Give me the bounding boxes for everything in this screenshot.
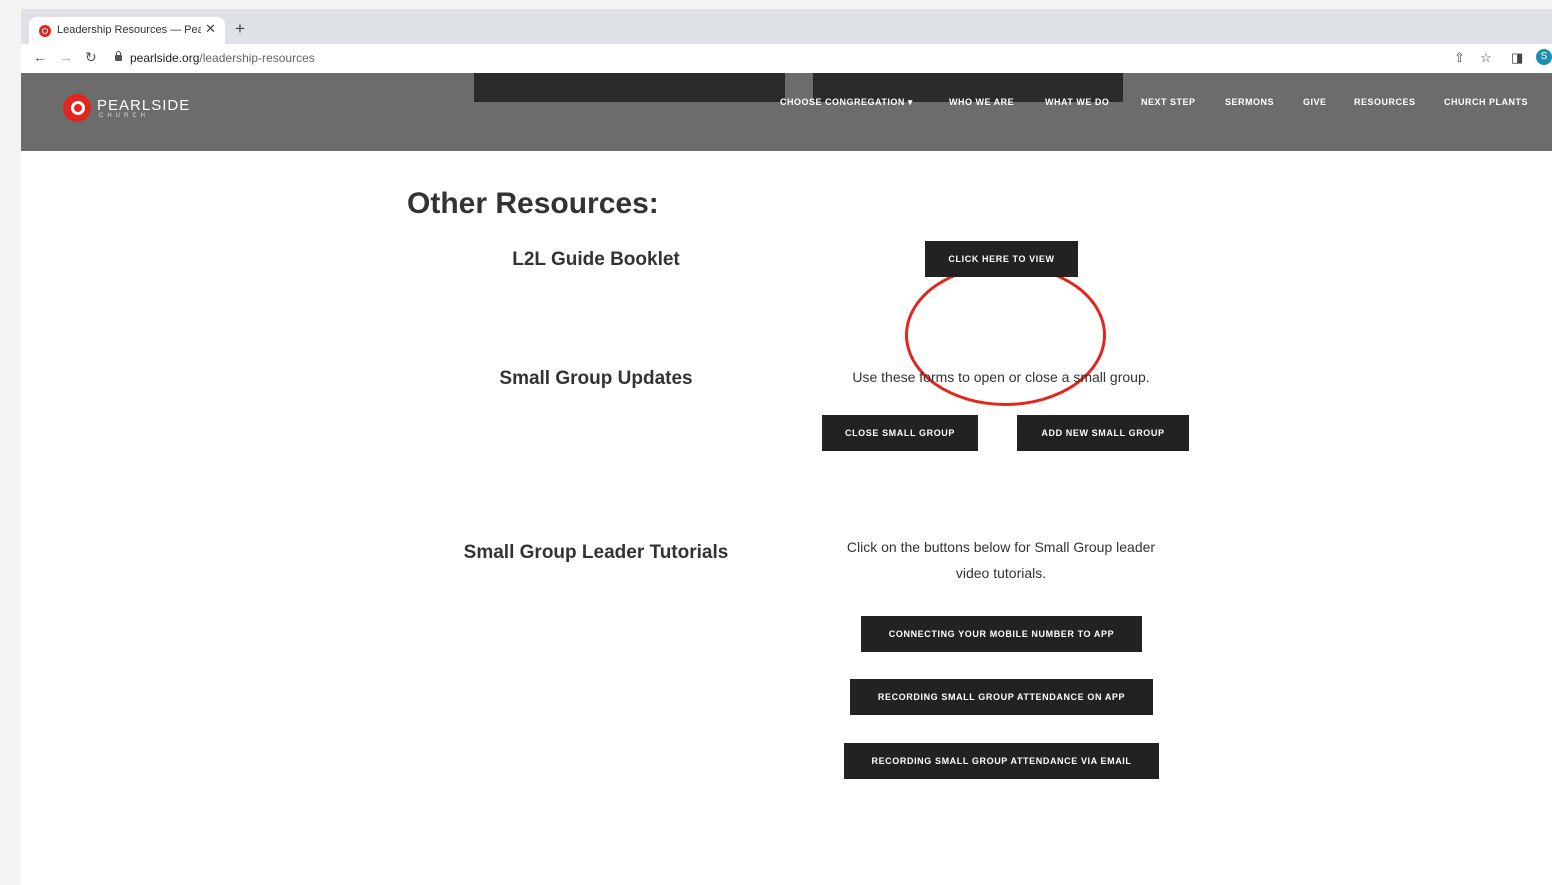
browser-toolbar: ← → ↻ pearlside.org/leadership-resources… <box>21 44 1552 74</box>
small-group-updates-description: Use these forms to open or close a small… <box>852 369 1150 385</box>
tab-title: Leadership Resources — Pearlside Church <box>57 24 201 36</box>
share-icon[interactable]: ⇧ <box>1454 50 1465 66</box>
nav-church-plants[interactable]: CHURCH PLANTS <box>1444 97 1528 107</box>
back-arrow-icon[interactable]: ← <box>33 49 47 65</box>
l2l-guide-label: L2L Guide Booklet <box>512 249 680 270</box>
recording-attendance-app-button[interactable]: RECORDING SMALL GROUP ATTENDANCE ON APP <box>850 679 1153 715</box>
reload-icon[interactable]: ↻ <box>85 49 97 66</box>
nav-next-step[interactable]: NEXT STEP <box>1141 97 1196 107</box>
tutorials-description-line-2: video tutorials. <box>955 565 1047 581</box>
web-page: PEARLSIDE CHURCH CHOOSE CONGREGATION ▾ W… <box>21 73 1552 885</box>
nav-choose-congregation[interactable]: CHOOSE CONGREGATION ▾ <box>780 97 913 108</box>
side-panel-icon[interactable]: ◨ <box>1511 50 1523 66</box>
nav-who-we-are[interactable]: WHO WE ARE <box>949 97 1014 107</box>
page-heading: Other Resources: <box>407 187 659 220</box>
recording-attendance-email-button[interactable]: RECORDING SMALL GROUP ATTENDANCE VIA EMA… <box>844 743 1159 779</box>
nav-sermons[interactable]: SERMONS <box>1225 97 1274 107</box>
bookmark-star-icon[interactable]: ☆ <box>1480 50 1492 66</box>
nav-what-we-do[interactable]: WHAT WE DO <box>1045 97 1109 107</box>
connecting-mobile-number-button[interactable]: CONNECTING YOUR MOBILE NUMBER TO APP <box>861 616 1142 652</box>
nav-give[interactable]: GIVE <box>1303 97 1327 107</box>
profile-avatar[interactable]: S <box>1536 49 1552 65</box>
browser-tab[interactable]: Leadership Resources — Pearlside Church … <box>29 17 225 44</box>
url-path: /leadership-resources <box>199 51 315 65</box>
lock-icon <box>115 51 122 61</box>
hero-image <box>474 73 785 102</box>
small-group-updates-label: Small Group Updates <box>499 368 693 389</box>
logo-subtitle: CHURCH <box>99 113 149 119</box>
browser-window: Leadership Resources — Pearlside Church … <box>21 9 1552 885</box>
address-bar[interactable]: pearlside.org/leadership-resources <box>115 50 315 66</box>
site-favicon-icon <box>39 25 51 37</box>
close-small-group-button[interactable]: CLOSE SMALL GROUP <box>822 415 978 451</box>
tab-strip: Leadership Resources — Pearlside Church … <box>21 9 1552 44</box>
small-group-leader-tutorials-label: Small Group Leader Tutorials <box>463 542 729 563</box>
pearlside-logo-icon <box>63 94 91 122</box>
forward-arrow-icon[interactable]: → <box>59 49 73 65</box>
tutorials-description-line-1: Click on the buttons below for Small Gro… <box>846 539 1156 555</box>
add-new-small-group-button[interactable]: ADD NEW SMALL GROUP <box>1017 415 1189 451</box>
nav-resources[interactable]: RESOURCES <box>1354 97 1416 107</box>
url-domain: pearlside.org <box>130 51 200 65</box>
click-here-to-view-button[interactable]: CLICK HERE TO VIEW <box>925 241 1078 277</box>
close-tab-icon[interactable]: ✕ <box>205 21 216 37</box>
site-header: PEARLSIDE CHURCH CHOOSE CONGREGATION ▾ W… <box>21 73 1552 151</box>
logo-name: PEARLSIDE <box>97 97 191 114</box>
new-tab-icon[interactable]: + <box>235 19 245 39</box>
